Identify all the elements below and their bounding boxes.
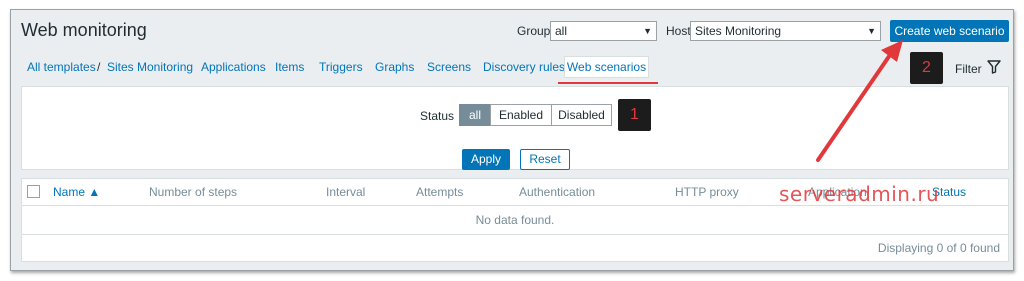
annotation-arrow xyxy=(816,40,903,162)
app-frame: Web monitoring Group all ▼ Host Sites Mo… xyxy=(10,9,1014,271)
